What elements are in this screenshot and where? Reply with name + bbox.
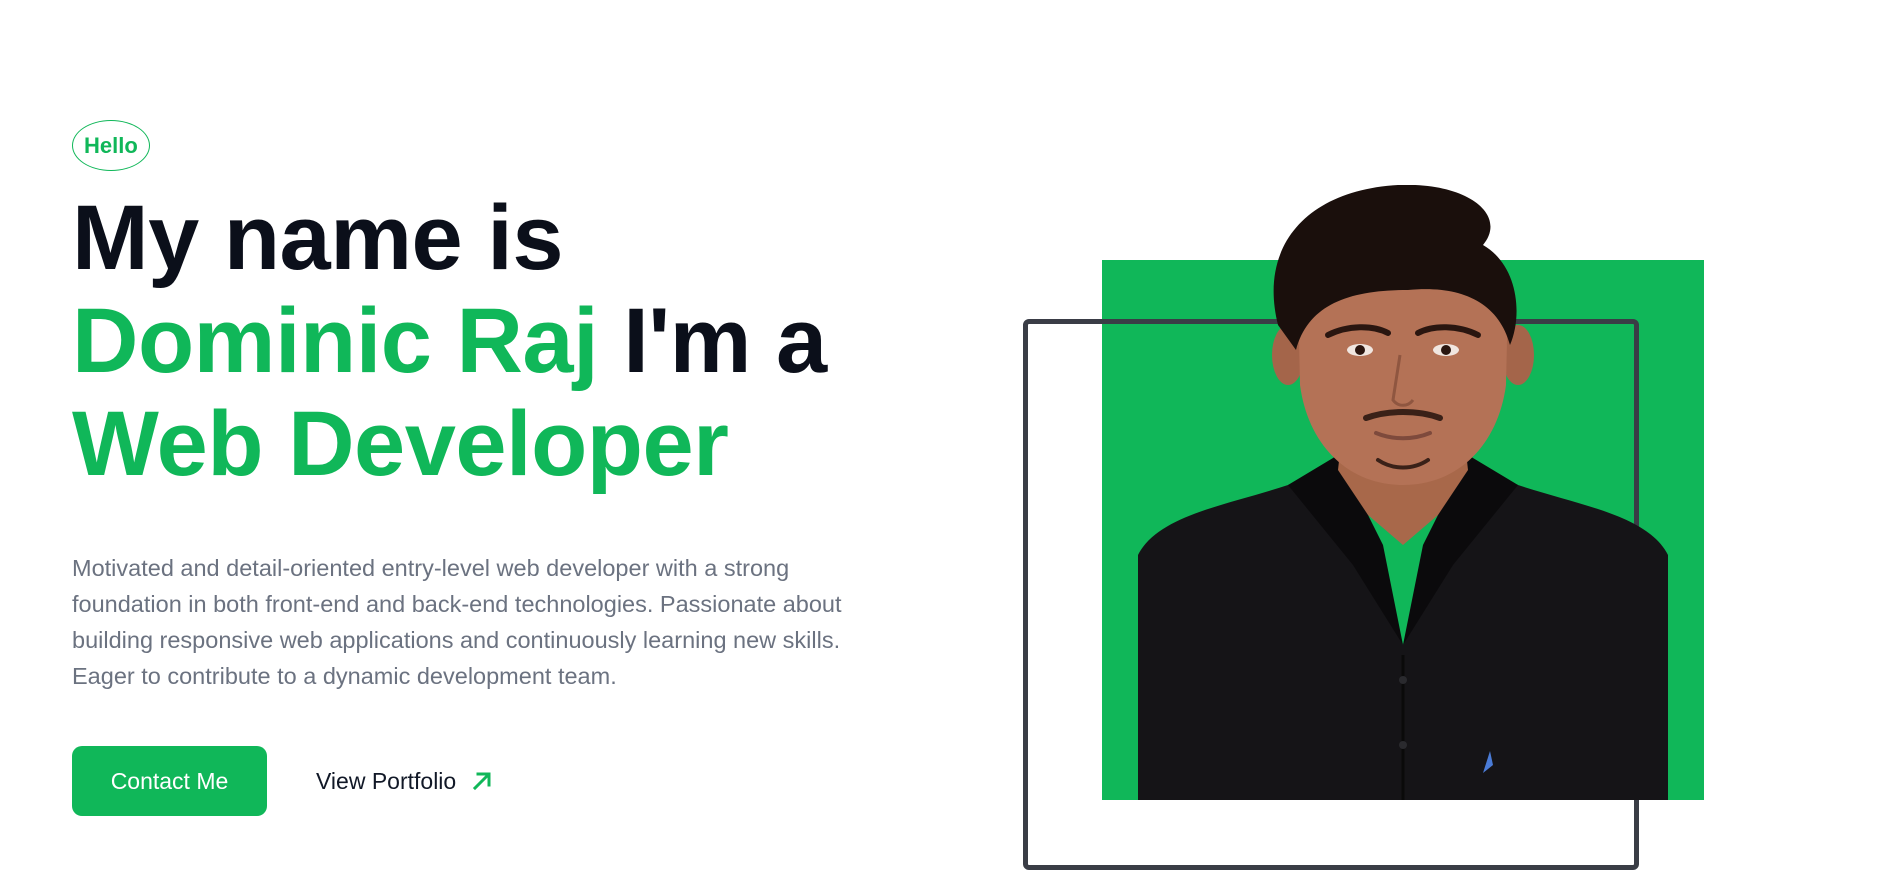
portrait-photo [1138,185,1668,800]
hero-headline: My name is Dominic Raj I'm a Web Develop… [72,187,892,496]
hello-badge: Hello [72,120,150,171]
headline-role: Web Developer [72,393,729,495]
headline-name: Dominic Raj [72,290,599,392]
arrow-up-right-icon [470,769,494,793]
hero-photo-area [1020,180,1740,871]
hero-section: Hello My name is Dominic Raj I'm a Web D… [0,0,1890,871]
view-portfolio-link[interactable]: View Portfolio [316,768,494,795]
view-portfolio-label: View Portfolio [316,767,457,794]
contact-me-button[interactable]: Contact Me [72,746,267,816]
headline-connector: I'm a [598,290,827,392]
headline-line-1: My name is [72,187,563,289]
hero-text-column: Hello My name is Dominic Raj I'm a Web D… [72,120,892,816]
cta-row: Contact Me View Portfolio [72,746,892,816]
hero-bio: Motivated and detail-oriented entry-leve… [72,555,842,689]
